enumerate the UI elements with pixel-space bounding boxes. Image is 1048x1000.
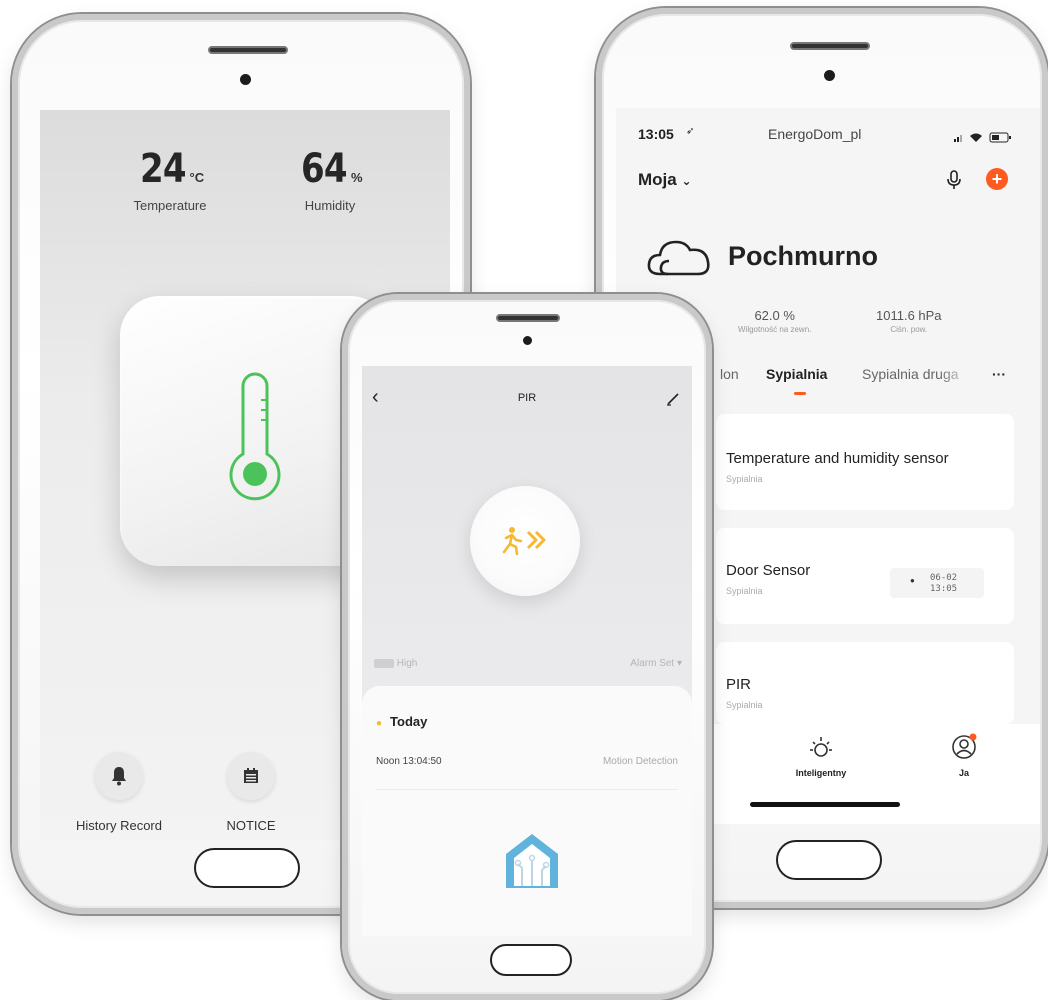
page-title: PIR [517, 392, 537, 404]
battery-label: High [396, 658, 418, 669]
battery-icon [374, 658, 394, 668]
signal-icon [954, 130, 1014, 146]
today-dot: ● [376, 718, 383, 729]
alarm-setting[interactable]: Alarm Set ▾ [612, 658, 682, 669]
device-door-sensor[interactable]: Door Sensor Sypialnia ● 06-02 13:05 [716, 528, 1014, 624]
temperature-unit: °C [189, 170, 205, 185]
front-camera [240, 74, 251, 85]
status-time: 13:05 [638, 126, 674, 142]
device-room: Sypialnia [726, 586, 763, 596]
motion-status[interactable] [470, 486, 580, 596]
last-event-badge: ● 06-02 13:05 [890, 568, 984, 598]
event-row[interactable]: Noon 13:04:50 Motion Detection [376, 756, 678, 790]
active-tab-indicator [794, 392, 806, 395]
weather-condition: Pochmurno [728, 240, 879, 271]
pir-screen: ‹ PIR High Alarm Set ▾ ● Today Noon 13:04… [362, 366, 692, 936]
tab-smart-label: Inteligentny [795, 768, 847, 778]
alarm-bell-icon: ● [910, 576, 915, 585]
tab-me-label: Ja [958, 768, 969, 778]
tab-salon[interactable]: lon [720, 366, 739, 382]
location-icon: ➶ [686, 126, 695, 137]
outdoor-humidity: 62.0 % Wilgotność na zewn. [738, 308, 811, 334]
history-record-button[interactable]: History Record [64, 752, 174, 833]
tab-me[interactable]: Ja [934, 732, 994, 778]
pressure-value: 1011.6 hPa [876, 308, 942, 323]
carrier-label: EnergoDom_pl [768, 126, 862, 142]
temperature-readout: 24 °C Temperature [100, 146, 240, 213]
chevron-down-icon: ⌄ [681, 174, 692, 188]
earpiece [496, 314, 560, 322]
device-temperature-humidity-sensor[interactable]: Temperature and humidity sensor Sypialni… [716, 414, 1014, 510]
home-name: Moja [638, 170, 677, 189]
humidity-unit: % [351, 170, 363, 185]
device-name: PIR [726, 676, 752, 693]
badge-date: 06-02 [930, 573, 958, 583]
outdoor-humidity-value: 62.0 % [754, 308, 795, 323]
device-room: Sypialnia [726, 474, 763, 484]
humidity-value: 64 [301, 146, 348, 192]
home-indicator [750, 802, 900, 807]
device-name: Temperature and humidity sensor [726, 450, 949, 467]
device-name: Door Sensor [726, 562, 811, 579]
status-bar: 13:05 ➶ EnergoDom_pl [638, 126, 1020, 146]
middle-phone: ‹ PIR High Alarm Set ▾ ● Today Noon 13:04… [342, 294, 712, 1000]
pressure: 1011.6 hPa Ciśn. pow. [876, 308, 942, 334]
badge-time: 13:05 [930, 584, 958, 594]
home-button[interactable] [776, 840, 882, 880]
microphone-icon[interactable] [946, 170, 962, 195]
home-selector[interactable]: Moja ⌄ [638, 170, 692, 190]
profile-icon [952, 733, 977, 759]
tab-sypialnia[interactable]: Sypialnia [766, 366, 827, 382]
sun-icon [810, 737, 832, 757]
brand-logo [500, 830, 564, 897]
notice-button[interactable]: NOTICE [196, 752, 306, 833]
front-camera [523, 336, 532, 345]
notice-label: NOTICE [226, 818, 276, 833]
today-label: Today [390, 714, 428, 729]
history-record-label: History Record [76, 818, 162, 833]
outdoor-humidity-label: Wilgotność na zewn. [738, 325, 812, 334]
pir-header: ‹ PIR [362, 386, 692, 416]
motion-icon [502, 527, 546, 556]
weather-summary: Pochmurno [646, 234, 878, 278]
record-panel: ● Today Noon 13:04:50 Motion Detection [362, 686, 692, 936]
temperature-value: 24 [139, 146, 186, 192]
cloud-icon [647, 240, 710, 276]
humidity-label: Humidity [304, 198, 356, 213]
tab-smart[interactable]: Inteligentny [776, 734, 866, 778]
home-button[interactable] [490, 944, 572, 976]
today-header: ● Today [376, 714, 427, 729]
more-rooms-icon[interactable]: ··· [992, 366, 1006, 382]
bell-icon [95, 752, 143, 800]
home-button[interactable] [194, 848, 300, 888]
device-pir[interactable]: PIR Sypialnia [716, 642, 1014, 724]
event-type: Motion Detection [602, 756, 678, 767]
edit-icon[interactable] [666, 392, 680, 406]
humidity-readout: 64% Humidity [260, 146, 400, 213]
device-room: Sypialnia [726, 700, 763, 710]
tab-sypialnia-druga[interactable]: Sypialnia druga [862, 366, 972, 382]
calendar-icon [227, 752, 275, 800]
event-time: Noon 13:04:50 [376, 756, 442, 767]
add-device-button[interactable]: + [986, 168, 1008, 190]
battery-status: High [374, 658, 417, 669]
front-camera [824, 70, 835, 81]
earpiece [208, 46, 288, 54]
pressure-label: Ciśn. pow. [890, 325, 928, 334]
temperature-label: Temperature [133, 198, 207, 213]
earpiece [790, 42, 870, 50]
